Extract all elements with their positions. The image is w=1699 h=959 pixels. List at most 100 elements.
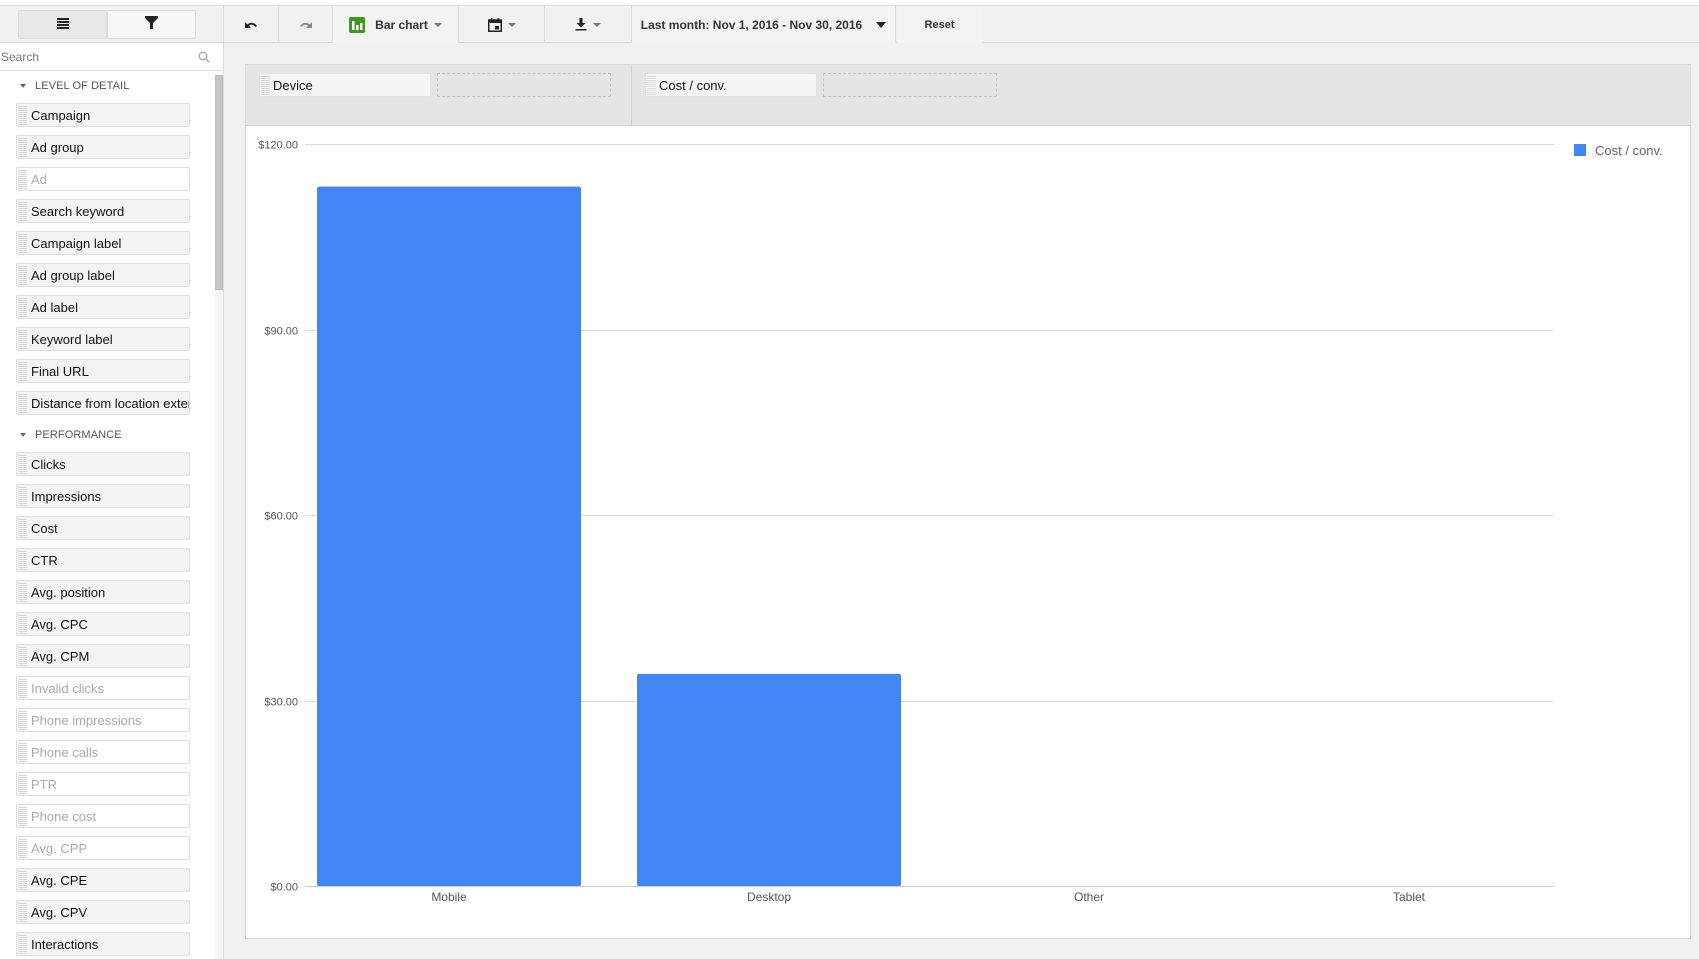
field-ad[interactable]: Ad — [16, 167, 190, 191]
drag-handle-icon[interactable] — [18, 615, 27, 634]
report-editor: Bar chart Last month: Nov 1, 2016 - Nov … — [0, 0, 1699, 959]
drag-handle-icon[interactable] — [18, 138, 27, 157]
redo-icon — [299, 18, 313, 32]
drag-handle-icon[interactable] — [18, 330, 27, 349]
field-label: Ad group label — [31, 267, 115, 283]
field-distance-from-location-extension[interactable]: Distance from location extension — [16, 391, 190, 415]
field-search-keyword[interactable]: Search keyword — [16, 199, 190, 223]
field-label: Campaign — [31, 107, 91, 123]
field-label: Final URL — [31, 363, 89, 379]
drag-handle-icon[interactable] — [18, 394, 27, 413]
field-keyword-label[interactable]: Keyword label — [16, 327, 190, 351]
drag-handle-icon[interactable] — [18, 711, 27, 730]
field-avg-position[interactable]: Avg. position — [16, 580, 190, 604]
field-label: Impressions — [31, 488, 102, 504]
drag-handle-icon[interactable] — [18, 679, 27, 698]
y-tick-label: $0.00 — [270, 882, 298, 894]
search-input[interactable] — [0, 49, 190, 64]
field-label: Avg. CPV — [31, 904, 88, 920]
bar-mobile[interactable] — [317, 186, 581, 886]
sidebar: LEVEL OF DETAIL Campaign Ad group Ad Search … — [0, 43, 224, 959]
date-range-label: Last month: Nov 1, 2016 - Nov 30, 2016 — [640, 17, 863, 32]
list-view-toggle[interactable] — [18, 10, 107, 39]
x-tick-label: Other — [1074, 890, 1104, 904]
drag-handle-icon[interactable] — [18, 583, 27, 602]
redo-button[interactable] — [279, 6, 333, 43]
field-phone-calls[interactable]: Phone calls — [16, 740, 190, 764]
y-tick-label: $30.00 — [264, 697, 298, 709]
field-label: Search keyword — [31, 203, 125, 219]
x-tick-label: Tablet — [1393, 890, 1426, 904]
scrollbar-thumb[interactable] — [215, 75, 223, 290]
drag-handle-icon[interactable] — [18, 903, 27, 922]
filter-toggle[interactable] — [107, 10, 196, 39]
field-ctr[interactable]: CTR — [16, 548, 190, 572]
download-dropdown[interactable] — [545, 6, 632, 43]
section-header-performance[interactable]: PERFORMANCE — [20, 429, 122, 441]
chart-type-label: Bar chart — [375, 17, 428, 32]
drag-handle-icon[interactable] — [18, 234, 27, 253]
field-ptr[interactable]: PTR — [16, 772, 190, 796]
drag-handle-icon[interactable] — [18, 775, 27, 794]
undo-button[interactable] — [223, 6, 279, 43]
drag-handle-icon[interactable] — [18, 519, 27, 538]
drag-handle-icon[interactable] — [18, 362, 27, 381]
drag-handle-icon[interactable] — [18, 647, 27, 666]
drag-handle-icon[interactable] — [18, 487, 27, 506]
field-phone-cost[interactable]: Phone cost — [16, 804, 190, 828]
field-avg-cpp[interactable]: Avg. CPP — [16, 836, 190, 860]
calendar-dropdown[interactable] — [459, 6, 545, 43]
drag-handle-icon[interactable] — [18, 743, 27, 762]
field-ad-label[interactable]: Ad label — [16, 295, 190, 319]
bar-desktop[interactable] — [637, 673, 901, 886]
field-invalid-clicks[interactable]: Invalid clicks — [16, 676, 190, 700]
drag-handle-icon[interactable] — [18, 266, 27, 285]
field-ad-group[interactable]: Ad group — [16, 135, 190, 159]
drag-handle-icon[interactable] — [18, 807, 27, 826]
drag-handle-icon[interactable] — [18, 298, 27, 317]
field-label: Avg. CPC — [31, 616, 88, 632]
field-avg-cpv[interactable]: Avg. CPV — [16, 900, 190, 924]
reset-button[interactable]: Reset — [897, 6, 982, 43]
field-label: Campaign label — [31, 235, 122, 251]
collapse-triangle-icon[interactable] — [20, 433, 26, 437]
field-label: Phone calls — [31, 744, 99, 760]
chart-panel: Device Cost / conv. $0.00 $30.00 $60.00 $90… — [245, 64, 1691, 939]
field-cost[interactable]: Cost — [16, 516, 190, 540]
field-label: Keyword label — [31, 331, 113, 347]
field-final-url[interactable]: Final URL — [16, 359, 190, 383]
field-label: Ad label — [31, 299, 78, 315]
field-campaign-label[interactable]: Campaign label — [16, 231, 190, 255]
drag-handle-icon[interactable] — [18, 551, 27, 570]
field-avg-cpc[interactable]: Avg. CPC — [16, 612, 190, 636]
collapse-triangle-icon[interactable] — [20, 84, 26, 88]
field-label: Avg. position — [31, 584, 106, 600]
field-campaign[interactable]: Campaign — [16, 103, 190, 127]
field-clicks[interactable]: Clicks — [16, 452, 190, 476]
date-range-dropdown[interactable]: Last month: Nov 1, 2016 - Nov 30, 2016 — [632, 6, 896, 43]
sidebar-scrollbar[interactable] — [215, 75, 223, 959]
field-phone-impressions[interactable]: Phone impressions — [16, 708, 190, 732]
field-label: Avg. CPM — [31, 648, 90, 664]
field-impressions[interactable]: Impressions — [16, 484, 190, 508]
field-avg-cpm[interactable]: Avg. CPM — [16, 644, 190, 668]
drag-handle-icon[interactable] — [18, 202, 27, 221]
drag-handle-icon[interactable] — [18, 871, 27, 890]
drag-handle-icon[interactable] — [18, 455, 27, 474]
chevron-down-icon — [507, 22, 516, 27]
filter-icon — [145, 15, 158, 34]
search-icon[interactable] — [198, 50, 212, 64]
y-tick-label: $120.00 — [258, 140, 298, 152]
field-label: Interactions — [31, 936, 99, 952]
x-tick-label: Mobile — [431, 890, 467, 904]
drag-handle-icon[interactable] — [18, 170, 27, 189]
field-avg-cpe[interactable]: Avg. CPE — [16, 868, 190, 892]
drag-handle-icon[interactable] — [18, 839, 27, 858]
field-ad-group-label[interactable]: Ad group label — [16, 263, 190, 287]
field-interactions[interactable]: Interactions — [16, 932, 190, 956]
section-header-level-of-detail[interactable]: LEVEL OF DETAIL — [20, 80, 129, 92]
undo-icon — [244, 18, 258, 32]
drag-handle-icon[interactable] — [18, 935, 27, 954]
chart-type-dropdown[interactable]: Bar chart — [333, 6, 459, 43]
drag-handle-icon[interactable] — [18, 106, 27, 125]
